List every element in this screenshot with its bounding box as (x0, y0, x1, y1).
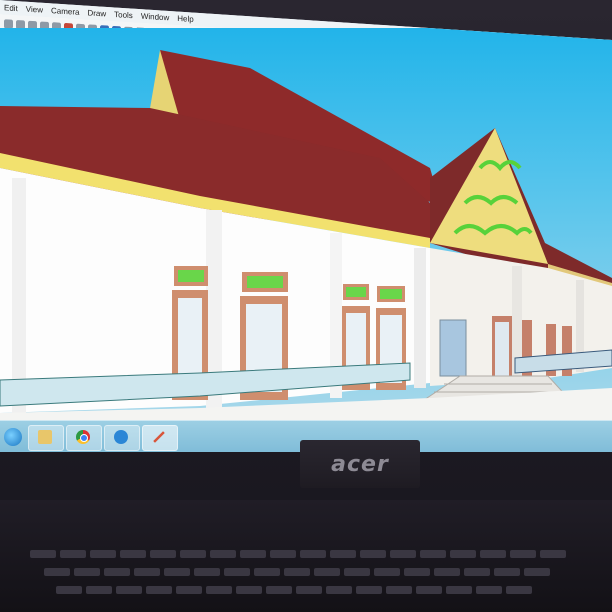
menu-view[interactable]: View (26, 4, 43, 14)
entrance-door (439, 319, 467, 377)
select-tool-icon[interactable] (4, 18, 13, 29)
taskbar-sketchup-button[interactable] (142, 425, 178, 451)
transom-ornament (178, 270, 204, 282)
key-row (44, 568, 550, 576)
pencil-icon (153, 431, 165, 443)
internet-explorer-icon (114, 430, 128, 444)
keyboard (0, 500, 612, 612)
taskbar-explorer-button[interactable] (28, 425, 64, 451)
start-button[interactable] (2, 425, 26, 449)
door-glass (495, 322, 509, 376)
menu-edit[interactable]: Edit (4, 3, 18, 13)
chrome-icon (76, 430, 90, 444)
3d-viewport[interactable] (0, 28, 612, 423)
windows-start-icon (4, 428, 22, 446)
folder-icon (38, 430, 52, 444)
key-row (56, 586, 532, 594)
menu-window[interactable]: Window (141, 11, 169, 22)
key-row (30, 550, 566, 558)
menu-camera[interactable]: Camera (51, 6, 79, 17)
taskbar-ie-button[interactable] (104, 425, 140, 451)
menu-draw[interactable]: Draw (87, 8, 106, 18)
screen: Edit View Camera Draw Tools Window Help (0, 0, 612, 452)
menu-help[interactable]: Help (177, 13, 193, 23)
column (12, 178, 26, 413)
column (414, 248, 426, 388)
transom-ornament (346, 287, 366, 297)
acer-logo: acer (300, 440, 420, 488)
transom-ornament (247, 276, 283, 288)
building-model (0, 50, 612, 423)
menu-tools[interactable]: Tools (114, 9, 133, 19)
transom-ornament (380, 289, 402, 299)
taskbar-chrome-button[interactable] (66, 425, 102, 451)
